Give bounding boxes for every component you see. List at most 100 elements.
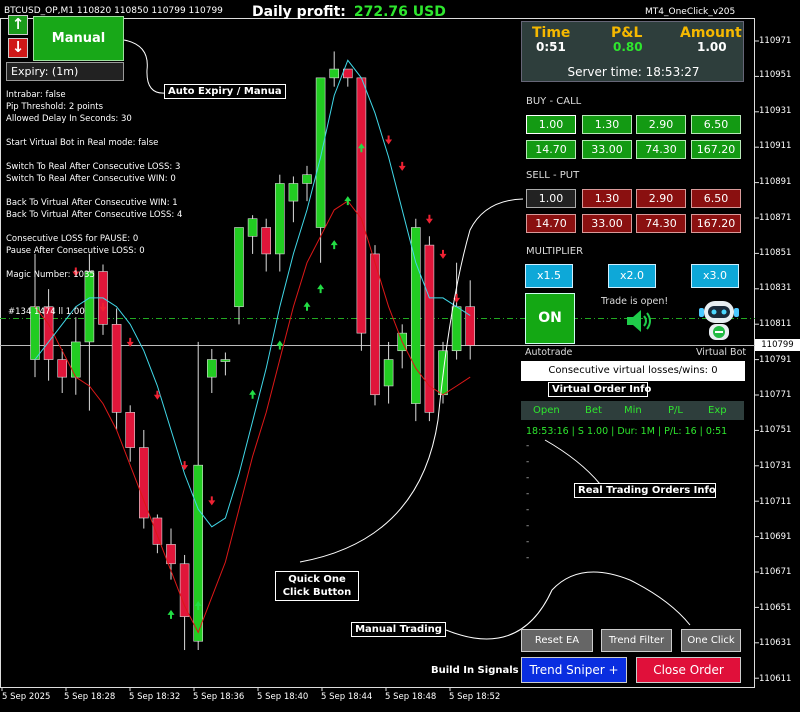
time-tick: 5 Sep 18:28 (64, 692, 116, 702)
annotation-connector (123, 39, 167, 94)
price-tick: 110651 (759, 603, 792, 613)
current-price-label: 110799 (755, 339, 800, 351)
candle-body (424, 244, 435, 413)
price-tick: 110951 (759, 70, 792, 80)
price-tick: 110831 (759, 283, 792, 293)
candle-body (57, 359, 68, 378)
annotation-connector (544, 439, 601, 485)
order-row: 18:53:16 | S 1.00 | Dur: 1M | P/L: 16 | … (526, 426, 728, 437)
candle-body (234, 227, 244, 308)
price-tick: 110631 (759, 638, 792, 648)
price-tick: 110671 (759, 567, 792, 577)
signal-down-arrow (385, 135, 393, 145)
sell-put-label: SELL - PUT (526, 170, 580, 181)
trend-filter-button[interactable]: Trend Filter (601, 629, 672, 652)
call-amount-button[interactable]: 14.70 (526, 140, 576, 159)
candle-body (465, 306, 476, 346)
order-row-empty: - (526, 489, 530, 499)
daily-profit-label: Daily profit: (252, 4, 346, 20)
amount-header: Amount (680, 25, 742, 41)
price-tick: 110811 (759, 319, 792, 329)
close-order-button[interactable]: Close Order (636, 657, 741, 683)
candle-body (451, 306, 462, 352)
candle-body (370, 253, 380, 396)
reset-ea-button[interactable]: Reset EA (521, 629, 593, 652)
ea-version: MT4_OneClick_v205 (645, 7, 736, 17)
call-amount-button[interactable]: 1.30 (582, 115, 632, 134)
orders-header: Open Bet Min P/L Exp (521, 401, 744, 420)
quick-one-click-annotation: Quick One Click Button (275, 571, 359, 601)
signal-down-arrow (153, 390, 161, 400)
order-line-label: #134 1474 ll 1.00 (8, 307, 85, 317)
symbol-info: BTCUSD_OP,M1 110820 110850 110799 110799 (4, 6, 223, 16)
call-amount-button[interactable]: 74.30 (636, 140, 686, 159)
trade-status: Trade is open! (601, 296, 669, 307)
price-tick: 110931 (759, 106, 792, 116)
put-amount-button[interactable]: 74.30 (636, 214, 686, 233)
call-amount-button[interactable]: 1.00 (526, 115, 576, 134)
put-amount-button[interactable]: 2.90 (636, 189, 686, 208)
price-tick: 110891 (759, 177, 792, 187)
signal-up-arrow (317, 284, 325, 294)
multiplier-button[interactable]: x1.5 (525, 264, 573, 288)
signal-down-arrow (425, 214, 433, 224)
candle-body (383, 359, 394, 387)
candle-body (342, 68, 353, 79)
autotrade-on-button[interactable]: ON (525, 293, 575, 344)
amount-value: 1.00 (697, 40, 727, 54)
time-header: Time (532, 25, 571, 41)
price-tick: 110711 (759, 497, 792, 507)
candle-body (288, 183, 299, 202)
candle-body (166, 544, 176, 565)
candle-body (207, 359, 217, 378)
candle-body (329, 68, 340, 79)
consecutive-status: Consecutive virtual losses/wins: 0 (521, 361, 745, 381)
signal-down-arrow (208, 496, 216, 506)
call-amount-button[interactable]: 167.20 (691, 140, 741, 159)
column-header: P/L (668, 405, 683, 416)
order-row-empty: - (526, 457, 530, 467)
candle-body (356, 77, 367, 334)
order-row-empty: - (526, 553, 530, 563)
column-header: Min (624, 405, 642, 416)
column-header: Bet (585, 405, 602, 416)
column-header: Exp (708, 405, 727, 416)
multiplier-button[interactable]: x3.0 (691, 264, 739, 288)
call-amount-button[interactable]: 33.00 (582, 140, 632, 159)
robot-icon[interactable] (697, 297, 741, 345)
price-tick: 110851 (759, 248, 792, 258)
candle-body (84, 271, 95, 343)
put-amount-button[interactable]: 1.30 (582, 189, 632, 208)
arrow-up-icon[interactable]: ↑ (8, 15, 28, 35)
speaker-icon[interactable] (624, 308, 654, 334)
put-amount-button[interactable]: 6.50 (691, 189, 741, 208)
pl-value: 0.80 (613, 40, 643, 54)
call-amount-button[interactable]: 2.90 (636, 115, 686, 134)
multiplier-button[interactable]: x2.0 (608, 264, 656, 288)
order-row-empty: - (526, 473, 530, 483)
manual-button[interactable]: Manual (33, 16, 124, 61)
buy-call-label: BUY - CALL (526, 96, 582, 107)
time-tick: 5 Sep 18:32 (129, 692, 181, 702)
time-value: 0:51 (536, 40, 566, 54)
put-amount-button[interactable]: 1.00 (526, 189, 576, 208)
put-amount-button[interactable]: 14.70 (526, 214, 576, 233)
candle-body (125, 412, 135, 448)
candle-body (410, 227, 421, 404)
signal-down-arrow (398, 161, 406, 171)
autotrade-label: Autotrade (525, 347, 573, 358)
expiry-selector[interactable]: Expiry: (1m) (6, 62, 124, 81)
signal-up-arrow (303, 301, 311, 311)
one-click-button[interactable]: One Click (681, 629, 741, 652)
build-in-signals-label: Build In Signals (431, 665, 519, 676)
time-tick: 5 Sep 18:44 (321, 692, 373, 702)
trend-sniper-button[interactable]: Trend Sniper + (521, 657, 627, 683)
call-amount-button[interactable]: 6.50 (691, 115, 741, 134)
candle-body (152, 517, 163, 545)
candle-body (220, 359, 231, 362)
daily-profit-value: 272.76 USD (353, 4, 446, 20)
arrow-down-icon[interactable]: ↓ (8, 38, 28, 58)
price-tick: 110791 (759, 355, 792, 365)
put-amount-button[interactable]: 167.20 (691, 214, 741, 233)
put-amount-button[interactable]: 33.00 (582, 214, 632, 233)
